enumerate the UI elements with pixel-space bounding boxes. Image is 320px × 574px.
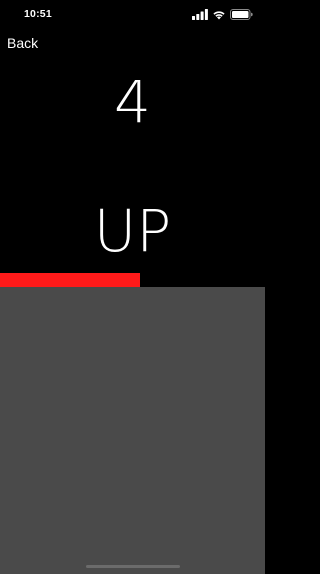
status-bar: 10:51 [0,0,265,32]
battery-icon [230,5,253,24]
wifi-icon [212,5,226,24]
progress-bar [0,273,265,287]
cellular-signal-icon [192,5,208,24]
home-indicator [86,565,180,568]
status-icons [192,8,253,20]
status-time: 10:51 [24,8,52,20]
back-button[interactable]: Back [7,35,38,51]
direction-label: UP [93,197,172,265]
app-screen: 10:51 Back 4 UP [0,0,265,574]
progress-fill [0,273,141,287]
lower-panel[interactable] [0,287,265,574]
count-display: 4 [114,68,151,136]
